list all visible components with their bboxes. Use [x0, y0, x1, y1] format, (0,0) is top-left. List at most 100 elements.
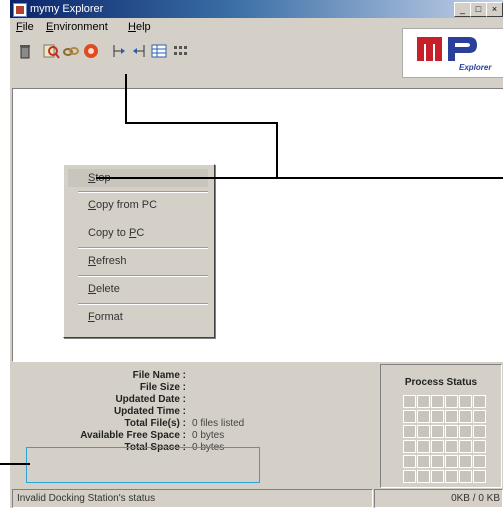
callout-line	[125, 122, 278, 124]
status-cell	[445, 410, 458, 423]
copy-from-pc-label: opy from PC	[95, 199, 158, 211]
title-bar[interactable]: mymy Explorer _ □ ×	[10, 0, 503, 18]
menu-file-label: ile	[22, 21, 34, 33]
format-accel: F	[88, 311, 95, 323]
status-cell	[403, 455, 416, 468]
delete-accel: D	[88, 283, 96, 295]
menu-help[interactable]: Help	[128, 21, 151, 33]
menu-environment[interactable]: Environment	[46, 21, 108, 33]
status-cell	[403, 410, 416, 423]
status-cell	[459, 410, 472, 423]
file-size-label: File Size :	[139, 382, 186, 393]
menu-file[interactable]: File	[16, 21, 34, 33]
logo-subtitle: Explorer	[459, 63, 492, 72]
status-bar: Invalid Docking Station's status 0KB / 0…	[10, 488, 503, 508]
search-icon[interactable]	[42, 42, 60, 60]
format-label: ormat	[94, 311, 123, 323]
status-cell	[459, 470, 472, 483]
menu-item-refresh[interactable]: Refresh	[88, 255, 127, 267]
status-cell	[459, 455, 472, 468]
details-view-icon[interactable]	[150, 42, 168, 60]
toolbar	[10, 38, 410, 64]
status-cell	[403, 440, 416, 453]
status-cell	[417, 395, 430, 408]
app-icon	[13, 3, 27, 17]
status-cell	[431, 455, 444, 468]
callout-line	[276, 122, 278, 179]
copy-to-pc-icon[interactable]	[130, 42, 148, 60]
status-cell	[431, 395, 444, 408]
status-cell	[473, 440, 486, 453]
list-view-icon[interactable]	[172, 42, 190, 60]
link-icon[interactable]	[62, 42, 80, 60]
status-cell	[445, 470, 458, 483]
status-cell	[417, 425, 430, 438]
status-cell	[431, 470, 444, 483]
status-cell	[403, 470, 416, 483]
process-status-grid	[403, 395, 487, 483]
minimize-button[interactable]: _	[454, 2, 471, 17]
status-cell	[403, 395, 416, 408]
close-button[interactable]: ×	[486, 2, 503, 17]
copy-to-pc-prefix: Copy to	[88, 227, 129, 239]
status-cell	[473, 455, 486, 468]
refresh-accel: R	[88, 255, 96, 267]
menu-separator	[78, 275, 208, 277]
status-cell	[431, 425, 444, 438]
menu-item-copy-to-pc[interactable]: Copy to PC	[88, 227, 144, 239]
updated-date-label: Updated Date :	[115, 394, 186, 405]
menu-file-accel: F	[16, 21, 23, 33]
status-cell	[459, 440, 472, 453]
explorer-window: mymy Explorer _ □ × File Environment Hel…	[10, 0, 503, 508]
trash-icon[interactable]	[16, 42, 34, 60]
logo-mark-text: MP	[403, 39, 503, 40]
available-space-value: 0 bytes	[192, 430, 225, 441]
copy-to-pc-label: C	[136, 227, 145, 239]
menu-help-label: elp	[135, 21, 151, 33]
status-message: Invalid Docking Station's status	[12, 489, 373, 508]
process-status-panel: Process Status	[380, 364, 502, 488]
status-cell	[403, 425, 416, 438]
total-files-value: 0 files listed	[192, 418, 245, 429]
status-cell	[417, 455, 430, 468]
status-cell	[445, 455, 458, 468]
status-cell	[459, 395, 472, 408]
status-cell	[459, 425, 472, 438]
menu-separator	[78, 247, 208, 249]
status-cell	[431, 410, 444, 423]
menu-separator	[78, 303, 208, 305]
status-cell	[431, 440, 444, 453]
status-cell	[473, 470, 486, 483]
copy-from-pc-icon[interactable]	[110, 42, 128, 60]
delete-label: elete	[95, 283, 120, 295]
status-cell	[473, 410, 486, 423]
space-info-highlight-box	[26, 447, 260, 483]
menu-item-copy-from-pc[interactable]: Copy from PC	[88, 199, 157, 211]
updated-time-label: Updated Time :	[113, 406, 186, 417]
status-cell	[445, 440, 458, 453]
transfer-size: 0KB / 0 KB	[374, 489, 503, 508]
menu-separator	[78, 191, 208, 193]
status-cell	[417, 410, 430, 423]
status-cell	[473, 395, 486, 408]
maximize-button[interactable]: □	[470, 2, 487, 17]
callout-line	[125, 74, 127, 124]
callout-line	[0, 463, 30, 465]
menu-help-accel: H	[128, 21, 136, 33]
menu-item-delete[interactable]: Delete	[88, 283, 120, 295]
file-name-label: File Name :	[132, 370, 186, 381]
total-files-label: Total File(s) :	[124, 418, 186, 429]
callout-line	[96, 177, 276, 179]
status-cell	[417, 440, 430, 453]
status-cell	[445, 425, 458, 438]
available-space-label: Available Free Space :	[80, 430, 186, 441]
status-cell	[445, 395, 458, 408]
stop-icon[interactable]	[82, 42, 100, 60]
menu-environment-label: nvironment	[53, 21, 108, 33]
status-cell	[417, 470, 430, 483]
copy-from-pc-accel: C	[88, 199, 96, 211]
window-title: mymy Explorer	[30, 3, 104, 15]
menu-item-format[interactable]: Format	[88, 311, 123, 323]
callout-line	[276, 177, 503, 179]
mp-explorer-logo: MP Explorer	[402, 28, 503, 78]
